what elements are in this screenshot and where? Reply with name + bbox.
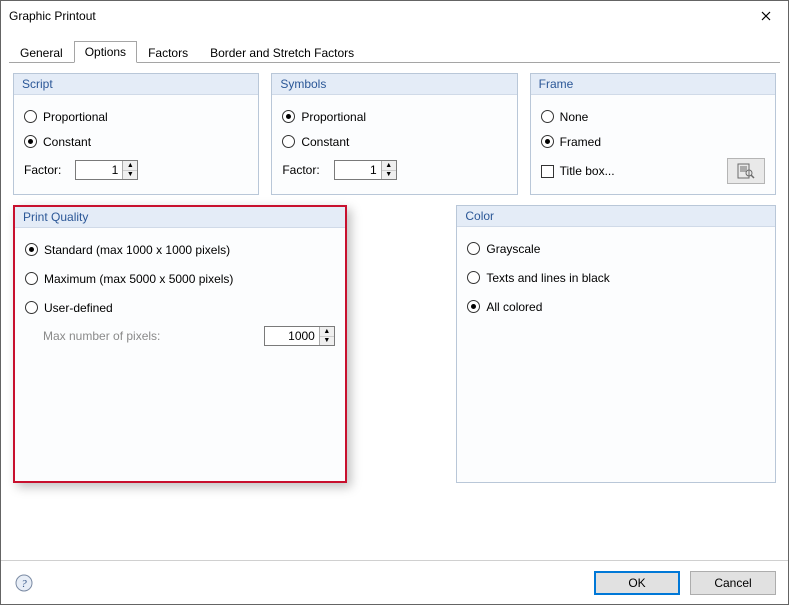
radio-icon	[541, 135, 554, 148]
spin-up-icon[interactable]: ▲	[123, 161, 137, 171]
max-pixels-input[interactable]	[265, 327, 319, 345]
radio-label: Framed	[560, 135, 601, 149]
radio-symbols-constant[interactable]: Constant	[282, 133, 506, 150]
spin-down-icon[interactable]: ▼	[123, 171, 137, 180]
group-color: Color Grayscale Texts and lines in black…	[456, 205, 776, 483]
row-top: Script Proportional Constant Factor: ▲	[13, 73, 776, 195]
tab-factors[interactable]: Factors	[137, 42, 199, 63]
radio-script-proportional[interactable]: Proportional	[24, 108, 248, 125]
ok-button[interactable]: OK	[594, 571, 680, 595]
spin-up-icon[interactable]: ▲	[320, 327, 334, 337]
tab-options[interactable]: Options	[74, 41, 137, 63]
checkbox-icon	[541, 165, 554, 178]
radio-label: Standard (max 1000 x 1000 pixels)	[44, 243, 230, 257]
symbols-factor-input[interactable]	[335, 161, 381, 179]
radio-color-grayscale[interactable]: Grayscale	[467, 240, 765, 257]
svg-text:?: ?	[21, 578, 27, 590]
group-frame: Frame None Framed Title box...	[530, 73, 776, 195]
group-frame-title: Frame	[531, 74, 775, 95]
radio-frame-framed[interactable]: Framed	[541, 133, 765, 150]
document-search-icon	[737, 163, 755, 179]
radio-color-texts-black[interactable]: Texts and lines in black	[467, 269, 765, 286]
tab-strip: General Options Factors Border and Stret…	[9, 41, 780, 63]
radio-label: Constant	[43, 135, 91, 149]
radio-icon	[467, 300, 480, 313]
spin-down-icon[interactable]: ▼	[382, 171, 396, 180]
row-bottom: Print Quality Standard (max 1000 x 1000 …	[13, 205, 776, 483]
radio-icon	[24, 110, 37, 123]
radio-label: Proportional	[301, 110, 366, 124]
checkbox-title-box[interactable]: Title box...	[541, 163, 615, 180]
group-symbols-title: Symbols	[272, 74, 516, 95]
radio-color-all-colored[interactable]: All colored	[467, 298, 765, 315]
radio-icon	[24, 135, 37, 148]
close-button[interactable]	[744, 1, 788, 31]
radio-label: Maximum (max 5000 x 5000 pixels)	[44, 272, 233, 286]
tab-border-stretch[interactable]: Border and Stretch Factors	[199, 42, 365, 63]
factor-label: Factor:	[24, 163, 61, 177]
radio-icon	[541, 110, 554, 123]
radio-label: Grayscale	[486, 242, 540, 256]
radio-icon	[282, 110, 295, 123]
radio-frame-none[interactable]: None	[541, 108, 765, 125]
group-print-quality: Print Quality Standard (max 1000 x 1000 …	[13, 205, 347, 483]
group-script: Script Proportional Constant Factor: ▲	[13, 73, 259, 195]
radio-icon	[25, 272, 38, 285]
radio-script-constant[interactable]: Constant	[24, 133, 248, 150]
radio-label: Proportional	[43, 110, 108, 124]
group-print-quality-title: Print Quality	[15, 207, 345, 228]
close-icon	[761, 11, 771, 21]
tab-general[interactable]: General	[9, 42, 74, 63]
group-color-title: Color	[457, 206, 775, 227]
options-tab-content: Script Proportional Constant Factor: ▲	[1, 63, 788, 483]
script-factor-input[interactable]	[76, 161, 122, 179]
radio-pq-user-defined[interactable]: User-defined	[25, 299, 335, 316]
group-script-title: Script	[14, 74, 258, 95]
title-box-edit-button[interactable]	[727, 158, 765, 184]
title-bar: Graphic Printout	[1, 1, 788, 31]
spin-up-icon[interactable]: ▲	[382, 161, 396, 171]
factor-label: Factor:	[282, 163, 319, 177]
radio-icon	[467, 242, 480, 255]
radio-icon	[282, 135, 295, 148]
symbols-factor-spinner[interactable]: ▲ ▼	[334, 160, 397, 180]
radio-icon	[25, 301, 38, 314]
spin-down-icon[interactable]: ▼	[320, 337, 334, 346]
radio-icon	[25, 243, 38, 256]
help-button[interactable]: ?	[13, 572, 35, 594]
max-pixels-spinner[interactable]: ▲ ▼	[264, 326, 335, 346]
radio-icon	[467, 271, 480, 284]
help-icon: ?	[15, 574, 33, 592]
max-pixels-label: Max number of pixels:	[43, 329, 160, 343]
radio-symbols-proportional[interactable]: Proportional	[282, 108, 506, 125]
script-factor-spinner[interactable]: ▲ ▼	[75, 160, 138, 180]
checkbox-label: Title box...	[560, 164, 615, 178]
dialog-button-bar: ? OK Cancel	[1, 560, 788, 604]
window-title: Graphic Printout	[9, 9, 744, 23]
radio-label: Constant	[301, 135, 349, 149]
radio-label: Texts and lines in black	[486, 271, 609, 285]
group-symbols: Symbols Proportional Constant Factor: ▲	[271, 73, 517, 195]
radio-label: All colored	[486, 300, 542, 314]
radio-label: None	[560, 110, 589, 124]
cancel-button[interactable]: Cancel	[690, 571, 776, 595]
radio-pq-standard[interactable]: Standard (max 1000 x 1000 pixels)	[25, 241, 335, 258]
radio-label: User-defined	[44, 301, 113, 315]
radio-pq-maximum[interactable]: Maximum (max 5000 x 5000 pixels)	[25, 270, 335, 287]
